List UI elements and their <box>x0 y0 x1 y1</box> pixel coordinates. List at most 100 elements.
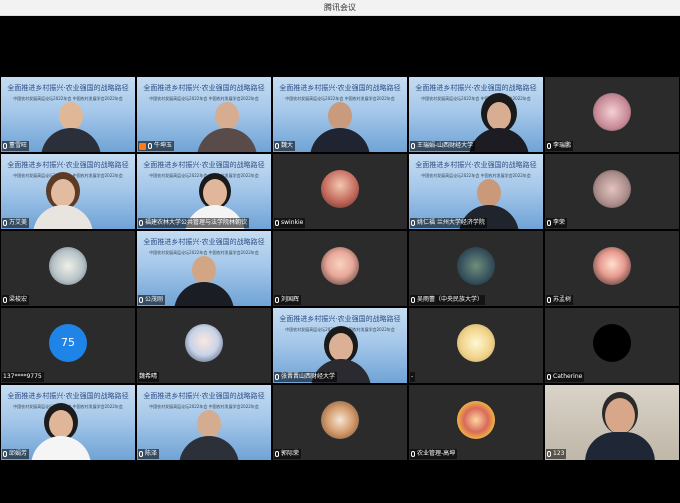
participant-tile[interactable]: 吴雨蕾（中央民族大学） <box>409 231 543 306</box>
person-video <box>41 102 101 152</box>
participant-label: 123 <box>546 449 567 459</box>
participant-label: 福建农林大学公共管理与法学院林朝钦 <box>138 218 250 228</box>
person-video <box>179 410 239 460</box>
participant-tile[interactable]: 全面推进乡村振兴·农业强国的战略路径 中国农村发展高层论坛2022年会 中国农村发… <box>409 77 543 152</box>
participant-label: 陈泽 <box>138 449 160 459</box>
cat-avatar <box>321 400 359 439</box>
banner-calligraphy: 全面推进乡村振兴·农业强国的战略路径 <box>143 392 265 400</box>
mic-icon <box>275 374 279 380</box>
mic-icon <box>411 143 415 149</box>
banner-calligraphy: 全面推进乡村振兴·农业强国的战略路径 <box>143 84 265 92</box>
participant-tile[interactable]: 全面推进乡村振兴·农业强国的战略路径 中国农村发展高层论坛2022年会 中国农村发… <box>273 308 407 383</box>
participant-label: Catherine <box>546 372 585 382</box>
video-grid: 全面推进乡村振兴·农业强国的战略路径 中国农村发展高层论坛2022年会 中国农村发… <box>0 77 680 460</box>
black-avatar <box>593 323 631 362</box>
banner-calligraphy: 全面推进乡村振兴·农业强国的战略路径 <box>415 84 537 92</box>
participant-tile[interactable]: 梁梭宏 <box>1 231 135 306</box>
participant-label: 魏大 <box>274 141 296 151</box>
participant-label: 137****9775 <box>2 372 44 382</box>
mic-icon <box>411 297 415 303</box>
person-video <box>469 102 529 152</box>
participant-label: 董雪旺 <box>2 141 30 151</box>
person-video <box>197 102 257 152</box>
participant-tile[interactable]: 全面推进乡村振兴·农业强国的战略路径 中国农村发展高层论坛2022年会 中国农村发… <box>137 231 271 306</box>
mic-icon <box>275 143 279 149</box>
person-video <box>585 398 655 460</box>
window-title: 腾讯会议 <box>324 3 356 12</box>
banner-calligraphy: 全面推进乡村振兴·农业强国的战略路径 <box>279 315 401 323</box>
person-video <box>174 256 234 306</box>
participant-label: 牛坤玉 <box>138 141 175 151</box>
participant-tile[interactable]: 郭际荣 <box>273 385 407 460</box>
anime-avatar <box>593 246 631 285</box>
mic-icon <box>547 220 551 226</box>
banner-calligraphy: 全面推进乡村振兴·农业强国的战略路径 <box>7 392 129 400</box>
cartoon-avatar <box>49 246 87 285</box>
participant-tile[interactable]: 李荣 <box>545 154 679 229</box>
mic-icon <box>3 297 7 303</box>
mic-icon <box>3 220 7 226</box>
person-video <box>310 102 370 152</box>
photo-avatar <box>593 169 631 208</box>
mic-icon <box>547 297 551 303</box>
participant-tile[interactable]: Catherine <box>545 308 679 383</box>
participant-label: 万艾美 <box>2 218 30 228</box>
participant-tile[interactable]: 魏希晴 <box>137 308 271 383</box>
participant-label: 王瑞娟-山西财经大学 <box>410 141 476 151</box>
boy-avatar <box>321 246 359 285</box>
mic-icon <box>139 451 143 457</box>
participant-tile[interactable]: 75 137****9775 <box>1 308 135 383</box>
participant-label: 张晋晋山西财经大学 <box>274 372 338 382</box>
participant-tile[interactable]: 全面推进乡村振兴·农业强国的战略路径 中国农村发展高层论坛2022年会 中国农村发… <box>409 154 543 229</box>
participant-tile[interactable]: 123 <box>545 385 679 460</box>
participant-label: 魏希晴 <box>138 372 160 382</box>
participant-tile[interactable]: 李瑞鹏 <box>545 77 679 152</box>
participant-tile[interactable]: 苏孟树 <box>545 231 679 306</box>
flower-avatar <box>593 92 631 131</box>
hands-avatar <box>457 323 495 362</box>
mic-icon <box>139 297 143 303</box>
mic-icon <box>547 374 551 380</box>
participant-tile[interactable]: swinkie <box>273 154 407 229</box>
participant-tile[interactable]: 全面推进乡村振兴·农业强国的战略路径 中国农村发展高层论坛2022年会 中国农村发… <box>137 77 271 152</box>
participant-tile[interactable]: 刘国辉 <box>273 231 407 306</box>
participant-tile[interactable]: 全面推进乡村振兴·农业强国的战略路径 中国农村发展高层论坛2022年会 中国农村发… <box>1 385 135 460</box>
number-avatar: 75 <box>49 323 87 362</box>
person-video <box>33 179 93 229</box>
banner-calligraphy: 全面推进乡村振兴·农业强国的战略路径 <box>143 238 265 246</box>
mic-icon <box>547 451 551 457</box>
anime-girl-avatar <box>185 323 223 362</box>
mic-icon <box>275 451 279 457</box>
participant-label: 李瑞鹏 <box>546 141 574 151</box>
participant-tile[interactable]: 全面推进乡村振兴·农业强国的战略路径 中国农村发展高层论坛2022年会 中国农村发… <box>137 154 271 229</box>
emoji-avatar <box>457 400 495 439</box>
girl-avatar <box>321 169 359 208</box>
art-avatar <box>457 246 495 285</box>
participant-label: 公茂刚 <box>138 295 166 305</box>
participant-tile[interactable]: 全面推进乡村振兴·农业强国的战略路径 中国农村发展高层论坛2022年会 中国农村发… <box>1 77 135 152</box>
mic-icon <box>275 297 279 303</box>
participant-tile[interactable]: 农业管理-高坤 <box>409 385 543 460</box>
mic-icon <box>139 220 143 226</box>
participant-tile[interactable]: 全面推进乡村振兴·农业强国的战略路径 中国农村发展高层论坛2022年会 中国农村发… <box>137 385 271 460</box>
mic-icon <box>411 220 415 226</box>
participant-tile[interactable]: 全面推进乡村振兴·农业强国的战略路径 中国农村发展高层论坛2022年会 中国农村发… <box>273 77 407 152</box>
participant-tile[interactable]: 全面推进乡村振兴·农业强国的战略路径 中国农村发展高层论坛2022年会 中国农村发… <box>1 154 135 229</box>
participant-label: swinkie <box>274 218 306 228</box>
participant-label: 吴雨蕾（中央民族大学） <box>410 295 486 305</box>
participant-label: 梁梭宏 <box>2 295 30 305</box>
banner-calligraphy: 全面推进乡村振兴·农业强国的战略路径 <box>7 161 129 169</box>
participant-label: 郭际荣 <box>274 449 302 459</box>
participant-label: 苏孟树 <box>546 295 574 305</box>
mic-icon <box>148 143 152 149</box>
mic-icon <box>547 143 551 149</box>
banner-calligraphy: 全面推进乡村振兴·农业强国的战略路径 <box>415 161 537 169</box>
participant-label: 李荣 <box>546 218 568 228</box>
banner-calligraphy: 全面推进乡村振兴·农业强国的战略路径 <box>279 84 401 92</box>
participant-tile[interactable]: - <box>409 308 543 383</box>
banner-calligraphy: 全面推进乡村振兴·农业强国的战略路径 <box>7 84 129 92</box>
participant-label: 农业管理-高坤 <box>410 449 458 459</box>
participant-label: 邱娟芳 <box>2 449 30 459</box>
banner-calligraphy: 全面推进乡村振兴·农业强国的战略路径 <box>143 161 265 169</box>
title-bar: 腾讯会议 <box>0 0 680 16</box>
